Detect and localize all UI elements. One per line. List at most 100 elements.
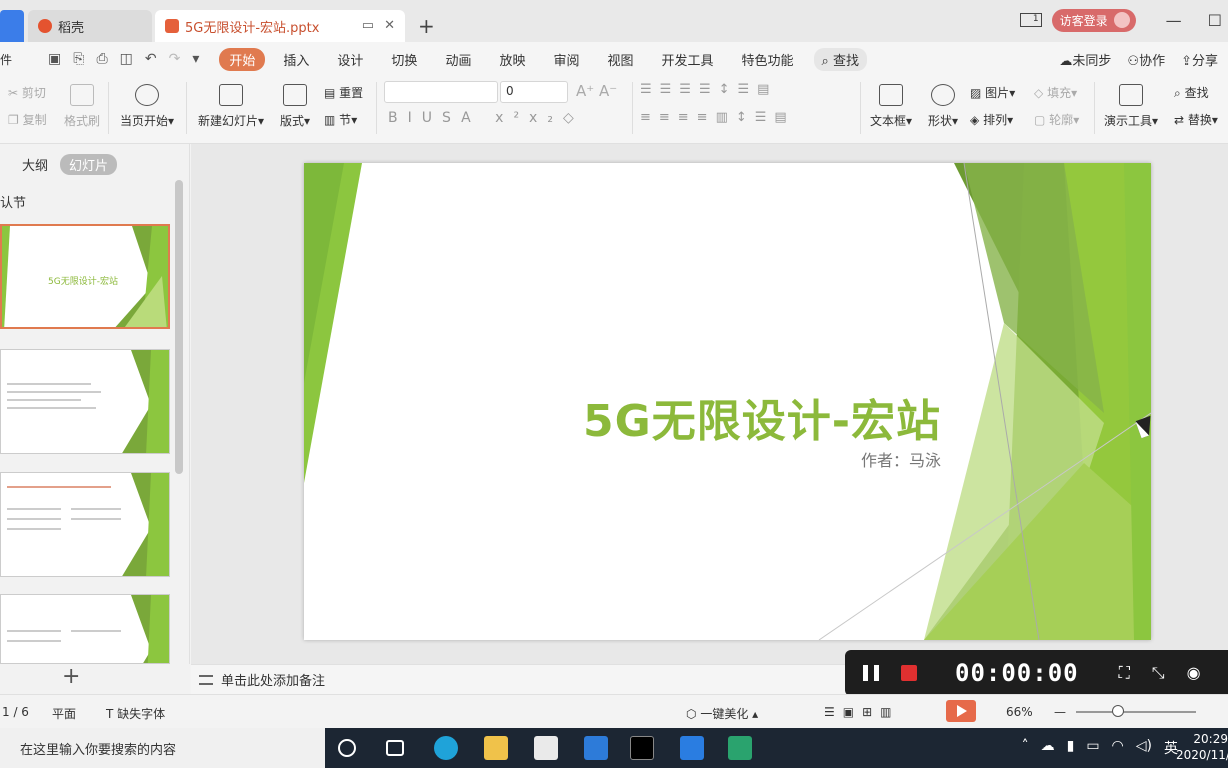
text-format-icons[interactable]: BIUSA x²x₂◇ [388,110,584,126]
camera-icon[interactable]: ◉ [1187,663,1201,683]
slide-thumbnail-3[interactable] [0,472,170,577]
window-layout-button[interactable]: 1 [1019,13,1042,27]
replace-button[interactable]: ⇄ 替换▾ [1174,111,1218,128]
export-icon[interactable]: ⎘ [73,51,84,67]
fill-button[interactable]: ◇ 填充▾ [1034,84,1077,101]
tab-review[interactable]: 审阅 [539,50,593,69]
tab-document[interactable]: 5G无限设计-宏站.pptx ▭ ✕ [155,10,405,42]
align-icons[interactable]: ≡≡≡≡▥↕☰▤ [640,110,795,125]
beautify-button[interactable]: ⬡ 一键美化 ▴ [686,705,758,722]
mic-icon[interactable]: ▮ [1067,738,1075,758]
add-slide-button[interactable]: + [62,664,80,689]
play-slideshow-button[interactable] [946,700,976,722]
tab-slideshow[interactable]: 放映 [485,50,539,69]
panel-scrollbar[interactable] [175,180,183,474]
shrink-icon[interactable]: ⤡ [1152,663,1165,683]
excel-icon[interactable] [728,736,752,760]
section-button[interactable]: ▥ 节▾ [324,111,357,128]
customize-icon[interactable]: ▾ [192,51,199,67]
fit-screen-icon[interactable]: ⛶ [1119,663,1130,683]
mail-icon[interactable] [584,736,608,760]
redo-icon[interactable]: ↷ [169,51,181,67]
slide-author[interactable]: 作者：马泳 [861,447,941,471]
view-mode[interactable]: 平面 [52,705,76,722]
slide-thumbnail-4[interactable] [0,594,170,664]
shape-button[interactable]: 形状▾ [928,84,958,129]
task-view-icon[interactable] [386,740,404,756]
outline-button[interactable]: ▢ 轮廓▾ [1034,111,1079,128]
tab-view[interactable]: 视图 [593,50,647,69]
terminal-icon[interactable] [630,736,654,760]
battery-icon[interactable]: ▭ [1086,738,1099,758]
wifi-icon[interactable]: ◠ [1112,738,1124,758]
tray-expand-icon[interactable]: ˄ [1022,738,1029,758]
tab-slides[interactable]: 幻灯片 [60,154,118,175]
minimize-icon[interactable]: — [1166,11,1182,30]
volume-icon[interactable]: ◁) [1136,738,1152,758]
collab-button[interactable]: ⚇协作 [1127,50,1165,69]
tab-transition[interactable]: 切换 [377,50,431,69]
tab-features[interactable]: 特色功能 [728,50,808,69]
unsync-button[interactable]: ☁未同步 [1059,50,1111,69]
from-current-button[interactable]: 当页开始▾ [120,84,174,129]
tab-float-icon[interactable]: ▭ [362,18,374,33]
find-button[interactable]: ⌕ 查找 [1174,84,1209,101]
wps-icon[interactable] [680,736,704,760]
taskbar-search-placeholder[interactable]: 在这里输入你要搜索的内容 [20,739,176,758]
edge-icon[interactable] [434,736,458,760]
paragraph-icons[interactable]: ☰☰☰☰↕☰▤ [640,82,777,97]
section-header[interactable]: 认节 [0,192,26,211]
current-slide[interactable]: 5G无限设计-宏站 作者：马泳 [304,163,1151,640]
format-painter-button[interactable]: 格式刷 [64,84,100,129]
share-button[interactable]: ⇪分享 [1181,50,1218,69]
layout-button[interactable]: 版式▾ [280,84,310,129]
zoom-out-icon[interactable]: — [1054,705,1066,719]
font-name-select[interactable] [384,81,498,103]
font-grow-shrink-icon[interactable]: A⁺ A⁻ [576,82,617,100]
preview-icon[interactable]: ◫ [120,51,133,67]
picture-button[interactable]: ▨ 图片▾ [970,84,1015,101]
view-switch-icons[interactable]: ☰▣⊞▥ [824,705,900,719]
arrange-button[interactable]: ◈ 排列▾ [970,111,1013,128]
visitor-login-button[interactable]: 访客登录 [1051,8,1136,32]
file-explorer-icon[interactable] [484,736,508,760]
zoom-slider[interactable] [1076,711,1196,713]
zoom-slider-knob[interactable] [1112,705,1124,717]
slide-thumbnail-2[interactable] [0,349,170,454]
tab-insert[interactable]: 插入 [269,50,323,69]
slide-thumbnail-1[interactable]: 5G无限设计-宏站 [0,224,170,329]
cut-button[interactable]: ✂ 剪切 [8,84,46,101]
missing-font-button[interactable]: T 缺失字体 [106,705,165,722]
store-icon[interactable] [534,736,558,760]
reset-button[interactable]: ▤ 重置 [324,84,363,101]
cortana-icon[interactable] [338,739,356,757]
print-icon[interactable]: ⎙ [96,51,107,67]
file-menu[interactable]: 件 [0,51,20,68]
menu-search-button[interactable]: ⌕ 查找 [813,47,867,71]
font-size-select[interactable]: 0 [500,81,568,103]
slide-title[interactable]: 5G无限设计-宏站 [583,385,941,449]
undo-icon[interactable]: ↶ [145,51,157,67]
save-icon[interactable]: ▣ [48,51,61,67]
tab-home-ribbon[interactable]: 开始 [219,47,266,71]
tab-close-icon[interactable]: ✕ [384,18,395,33]
present-tools-button[interactable]: 演示工具▾ [1104,84,1158,129]
tab-design[interactable]: 设计 [323,50,377,69]
tab-outline[interactable]: 大纲 [22,155,48,174]
clock[interactable]: 20:29 2020/11/ [1176,731,1228,763]
new-slide-button[interactable]: 新建幻灯片▾ [198,84,264,129]
tab-daoke[interactable]: 稻壳 [28,10,152,42]
copy-button[interactable]: ❐ 复制 [8,111,47,128]
maximize-icon[interactable]: ☐ [1208,11,1222,30]
taskbar-search[interactable]: 在这里输入你要搜索的内容 [0,728,325,768]
tab-home[interactable] [0,10,24,42]
onedrive-icon[interactable]: ☁ [1041,738,1055,758]
textbox-button[interactable]: 文本框▾ [870,84,912,129]
notes-placeholder[interactable]: 单击此处添加备注 [221,670,325,689]
zoom-level[interactable]: 66% [1006,705,1033,719]
tab-animation[interactable]: 动画 [431,50,485,69]
new-tab-button[interactable]: + [418,14,435,38]
stop-record-icon[interactable] [901,665,917,681]
pause-icon[interactable] [863,665,879,681]
tab-developer[interactable]: 开发工具 [648,50,728,69]
